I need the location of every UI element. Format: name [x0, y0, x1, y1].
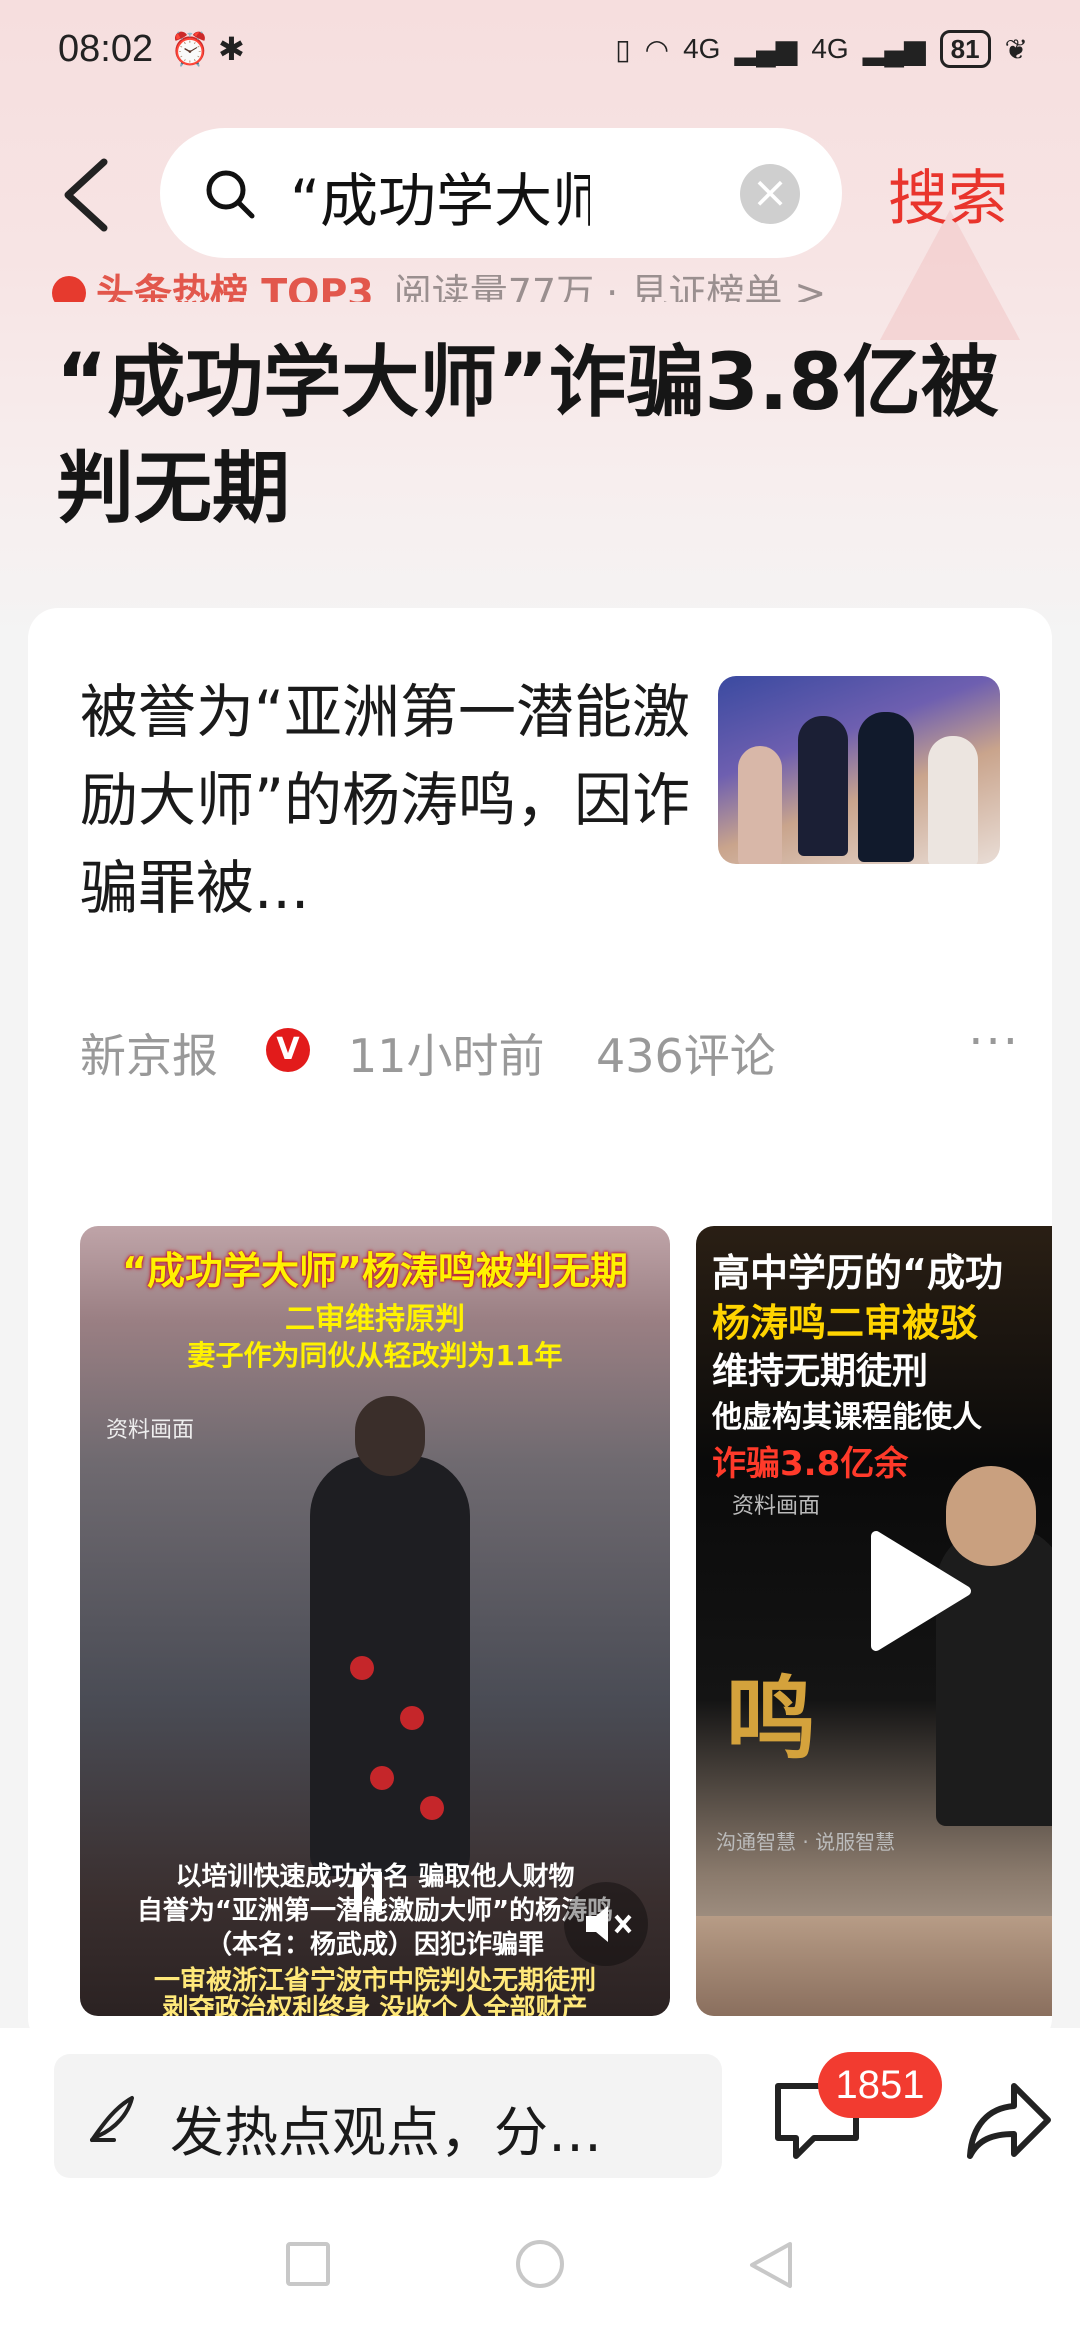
video-thumbnail-1[interactable]: “成功学大师”杨涛鸣被判无期 二审维持原判 妻子作为同伙从轻改判为11年 资料画… [80, 1226, 670, 2016]
thumb-figure [738, 746, 782, 864]
recent-apps-button[interactable] [286, 2242, 330, 2286]
clear-search-button[interactable]: × [740, 164, 800, 224]
search-button[interactable]: 搜索 [888, 150, 1008, 237]
article-source[interactable]: 新京报 [80, 1020, 218, 1086]
hot-list-rank: 头条热榜 TOP3 [96, 271, 374, 302]
pen-icon [90, 2096, 134, 2142]
network-indicator-2: 4G [811, 33, 849, 64]
video-caption: 杨涛鸣二审被驳 [712, 1301, 979, 1345]
video-source-note: 资料画面 [106, 1418, 195, 1443]
video-figure [310, 1396, 470, 1876]
hot-list-meta: 阅读量77万 · 見证榜单 > [393, 271, 827, 302]
video-figure-head [355, 1396, 425, 1476]
wifi-icon: ◠ [644, 33, 670, 65]
video-figure-pattern [350, 1656, 374, 1680]
video-caption: 二审维持原判 [285, 1302, 465, 1337]
hot-icon [52, 276, 86, 302]
video-caption: 高中学历的“成功 [712, 1251, 1003, 1295]
page-headline: “成功学大师”诈骗3.8亿被判无期 [56, 338, 999, 534]
vibrate-icon: ▯ [615, 33, 631, 65]
hot-list-banner[interactable]: 头条热榜 TOP3 阅读量77万 · 見证榜单 > [52, 262, 1032, 302]
alarm-icon: ⏰ [170, 30, 210, 68]
comment-input[interactable]: 发热点观点，分… [54, 2054, 722, 2178]
article-time: 11小时前 [348, 1029, 545, 1083]
video-figure-pattern [370, 1766, 394, 1790]
system-back-button[interactable] [744, 2238, 798, 2292]
video-caption: 妻子作为同伙从轻改判为11年 [187, 1339, 563, 1372]
video-caption: 维持无期徒刑 [712, 1351, 929, 1392]
search-input[interactable]: “成功学大师” [290, 154, 590, 238]
thumb-figure [798, 716, 848, 856]
triangle-back-icon [750, 2242, 792, 2288]
chevron-left-icon [64, 158, 108, 232]
video-subtitle: 剥夺政治权利终身 没收个人全部财产 [162, 1994, 588, 2016]
search-icon [206, 170, 255, 219]
search-box[interactable]: “成功学大师” × [160, 128, 842, 258]
bluetooth-icon: ✱ [218, 30, 245, 68]
status-icons: ▯ ◠ 4G ▂▄▆ 4G ▂▄▆ 81 ❦ [615, 30, 1028, 68]
thumb-figure [928, 736, 978, 864]
back-button[interactable] [52, 150, 122, 240]
leaf-icon: ❦ [1004, 33, 1028, 65]
more-options-button[interactable]: ··· [968, 1014, 1020, 1070]
play-button[interactable] [856, 1526, 976, 1656]
speaker-muted-icon [586, 1906, 632, 1942]
news-card: 被誉为“亚洲第一潜能激励大师”的杨涛鸣，因诈骗罪被... 新京报 V 11小时前… [28, 608, 1052, 2048]
network-indicator-1: 4G [683, 33, 721, 64]
bottom-action-bar: 发热点观点，分… 1851 [0, 2028, 1080, 2198]
video-stage-logo: 鸣 [726, 1667, 816, 1772]
article-thumbnail[interactable] [718, 676, 1000, 864]
video-stage-text: 沟通智慧 · 说服智慧 [716, 1830, 896, 1854]
signal-icon: ▂▄▆ [734, 33, 798, 65]
battery-level: 81 [939, 30, 991, 68]
thumb-figure [858, 712, 914, 862]
comment-placeholder: 发热点观点，分… [170, 2101, 602, 2164]
pause-icon [354, 1872, 382, 1912]
mute-button[interactable] [564, 1882, 648, 1966]
video-caption: 诈骗3.8亿余 [712, 1444, 909, 1484]
verified-badge-icon: V [266, 1028, 310, 1072]
home-button[interactable] [516, 2240, 564, 2288]
close-icon: × [751, 167, 789, 218]
video-figure-pattern [420, 1796, 444, 1820]
status-bar: 08:02 ⏰ ✱ ▯ ◠ 4G ▂▄▆ 4G ▂▄▆ 81 ❦ [0, 0, 1080, 110]
article-meta: 新京报 V 11小时前 436评论 ··· [80, 1014, 1020, 1083]
status-time: 08:02 [58, 28, 154, 70]
video-crowd [696, 1916, 1052, 2016]
pause-button[interactable] [338, 1862, 398, 1922]
article-comment-count: 436评论 [596, 1029, 776, 1083]
share-arrow-icon [967, 2083, 1051, 2159]
video-source-note: 资料画面 [732, 1494, 821, 1519]
article-title[interactable]: 被誉为“亚洲第一潜能激励大师”的杨涛鸣，因诈骗罪被... [80, 668, 700, 932]
video-thumbnail-2[interactable]: 鸣 沟通智慧 · 说服智慧 高中学历的“成功 杨涛鸣二审被驳 维持无期徒刑 他虚… [696, 1226, 1052, 2016]
signal-icon-2: ▂▄▆ [862, 33, 926, 65]
share-button[interactable] [964, 2076, 1054, 2166]
video-caption: 他虚构其课程能使人 [712, 1400, 982, 1435]
comment-count-badge: 1851 [818, 2052, 942, 2118]
system-nav-bar [0, 2198, 1080, 2340]
video-caption: “成功学大师”杨涛鸣被判无期 [122, 1249, 628, 1293]
video-figure-pattern [400, 1706, 424, 1730]
play-icon [871, 1531, 971, 1651]
